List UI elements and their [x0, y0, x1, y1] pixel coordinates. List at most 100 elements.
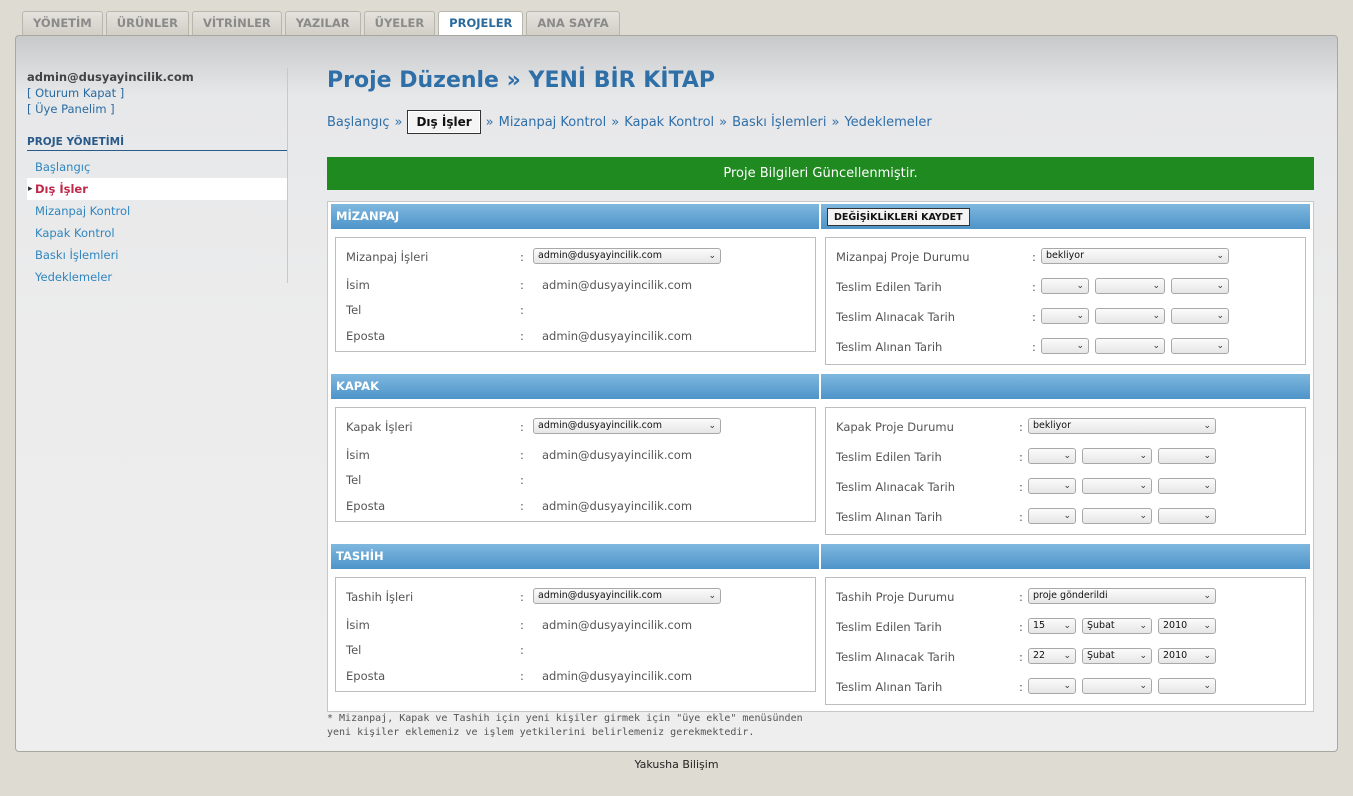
year-select[interactable]: 2010 ⌄ [1158, 648, 1216, 664]
chevron-down-icon: ⌄ [1063, 651, 1071, 661]
assignee-select[interactable]: admin@dusyayincilik.com ⌄ [533, 248, 721, 264]
member-panel-link[interactable]: [ Üye Panelim ] [27, 102, 287, 116]
step-mizanpaj-kontrol[interactable]: Mizanpaj Kontrol [499, 115, 607, 130]
field-colon: : [1019, 650, 1023, 664]
step-separator: » [394, 114, 403, 130]
chevron-down-icon: ⌄ [1076, 311, 1084, 321]
field-label: İsim [346, 278, 370, 292]
field-label: Teslim Edilen Tarih [836, 280, 942, 294]
step-separator: » [611, 114, 620, 130]
day-select[interactable]: ⌄ [1041, 338, 1089, 354]
field-colon: : [520, 278, 524, 292]
chevron-down-icon: ⌄ [1139, 651, 1147, 661]
select-value: admin@dusyayincilik.com [538, 420, 662, 431]
field-label: Teslim Alınan Tarih [836, 680, 943, 694]
field-colon: : [520, 499, 524, 513]
current-arrow-icon: ▸ [28, 184, 33, 194]
field-label: Tel [346, 643, 362, 657]
month-select[interactable]: ⌄ [1082, 448, 1152, 464]
status-select[interactable]: proje gönderildi ⌄ [1028, 588, 1216, 604]
save-changes-button[interactable]: DEĞİŞİKLİKLERİ KAYDET [827, 208, 970, 226]
field-label: Tashih İşleri [346, 590, 414, 604]
tab-yonetim[interactable]: YÖNETİM [22, 11, 103, 35]
field-colon: : [520, 250, 524, 264]
chevron-down-icon: ⌄ [1203, 421, 1211, 431]
tab-vitrinler[interactable]: VİTRİNLER [191, 11, 282, 35]
day-select[interactable]: 22 ⌄ [1028, 648, 1076, 664]
field-label: Teslim Alınan Tarih [836, 340, 943, 354]
field-colon: : [1019, 420, 1023, 434]
chevron-down-icon: ⌄ [1139, 481, 1147, 491]
footnote: * Mizanpaj, Kapak ve Tashih için yeni ki… [327, 712, 803, 740]
day-select[interactable]: ⌄ [1041, 278, 1089, 294]
day-select[interactable]: 15 ⌄ [1028, 618, 1076, 634]
section-header-right [821, 544, 1310, 569]
sidebar: admin@dusyayincilik.com [ Oturum Kapat ]… [27, 70, 287, 288]
field-label: Teslim Alınacak Tarih [836, 310, 956, 324]
status-box: Mizanpaj Proje Durumu: bekliyor ⌄ Teslim Ed… [825, 237, 1306, 365]
chevron-down-icon: ⌄ [1152, 341, 1160, 351]
sidebar-item-baslangic[interactable]: Başlangıç [27, 156, 287, 178]
logout-link[interactable]: [ Oturum Kapat ] [27, 86, 287, 100]
step-kapak-kontrol[interactable]: Kapak Kontrol [624, 115, 714, 130]
tab-ana-sayfa[interactable]: ANA SAYFA [526, 11, 620, 35]
month-select[interactable]: ⌄ [1095, 308, 1165, 324]
field-colon: : [1019, 590, 1023, 604]
field-value: admin@dusyayincilik.com [542, 329, 693, 343]
tab-uyeler[interactable]: ÜYELER [363, 11, 436, 35]
year-select[interactable]: ⌄ [1158, 508, 1216, 524]
day-select[interactable]: ⌄ [1028, 448, 1076, 464]
month-select[interactable]: ⌄ [1082, 478, 1152, 494]
month-select[interactable]: ⌄ [1095, 278, 1165, 294]
chevron-down-icon: ⌄ [1203, 451, 1211, 461]
status-select[interactable]: bekliyor ⌄ [1041, 248, 1229, 264]
chevron-down-icon: ⌄ [1203, 681, 1211, 691]
field-label: Tel [346, 303, 362, 317]
month-select[interactable]: Şubat ⌄ [1082, 648, 1152, 664]
chevron-down-icon: ⌄ [1063, 511, 1071, 521]
chevron-down-icon: ⌄ [1216, 281, 1224, 291]
step-baslangic[interactable]: Başlangıç [327, 115, 390, 130]
year-select[interactable]: 2010 ⌄ [1158, 618, 1216, 634]
status-select[interactable]: bekliyor ⌄ [1028, 418, 1216, 434]
step-baski-islemleri[interactable]: Baskı İşlemleri [732, 115, 826, 130]
field-label: Mizanpaj İşleri [346, 250, 429, 264]
tab-urunler[interactable]: ÜRÜNLER [105, 11, 189, 35]
month-select[interactable]: Şubat ⌄ [1082, 618, 1152, 634]
chevron-down-icon: ⌄ [1063, 681, 1071, 691]
sidebar-item-baski-islemleri[interactable]: Baskı İşlemleri [27, 244, 287, 266]
year-select[interactable]: ⌄ [1171, 308, 1229, 324]
assignee-select[interactable]: admin@dusyayincilik.com ⌄ [533, 418, 721, 434]
day-select[interactable]: ⌄ [1028, 508, 1076, 524]
day-select[interactable]: ⌄ [1028, 678, 1076, 694]
field-label: Eposta [346, 329, 386, 343]
year-select[interactable]: ⌄ [1171, 278, 1229, 294]
field-label: Kapak İşleri [346, 420, 413, 434]
field-colon: : [520, 618, 524, 632]
tab-projeler[interactable]: PROJELER [438, 11, 524, 36]
sidebar-item-kapak-kontrol[interactable]: Kapak Kontrol [27, 222, 287, 244]
chevron-down-icon: ⌄ [1076, 281, 1084, 291]
section-header-right: DEĞİŞİKLİKLERİ KAYDET [821, 204, 1310, 229]
chevron-down-icon: ⌄ [1203, 511, 1211, 521]
month-select[interactable]: ⌄ [1082, 508, 1152, 524]
day-select[interactable]: ⌄ [1041, 308, 1089, 324]
year-select[interactable]: ⌄ [1158, 678, 1216, 694]
sidebar-item-mizanpaj-kontrol[interactable]: Mizanpaj Kontrol [27, 200, 287, 222]
select-value: 22 [1033, 650, 1046, 661]
field-colon: : [1019, 480, 1023, 494]
assignee-select[interactable]: admin@dusyayincilik.com ⌄ [533, 588, 721, 604]
year-select[interactable]: ⌄ [1158, 448, 1216, 464]
step-dis-isler[interactable]: Dış İşler [407, 110, 481, 134]
year-select[interactable]: ⌄ [1158, 478, 1216, 494]
month-select[interactable]: ⌄ [1082, 678, 1152, 694]
chevron-down-icon: ⌄ [1203, 651, 1211, 661]
step-yedeklemeler[interactable]: Yedeklemeler [844, 115, 931, 130]
sidebar-item-dis-isler[interactable]: ▸ Dış İşler [27, 178, 287, 200]
day-select[interactable]: ⌄ [1028, 478, 1076, 494]
sidebar-item-yedeklemeler[interactable]: Yedeklemeler [27, 266, 287, 288]
sidebar-item-label: Dış İşler [35, 182, 88, 196]
year-select[interactable]: ⌄ [1171, 338, 1229, 354]
tab-yazilar[interactable]: YAZILAR [284, 11, 361, 35]
month-select[interactable]: ⌄ [1095, 338, 1165, 354]
